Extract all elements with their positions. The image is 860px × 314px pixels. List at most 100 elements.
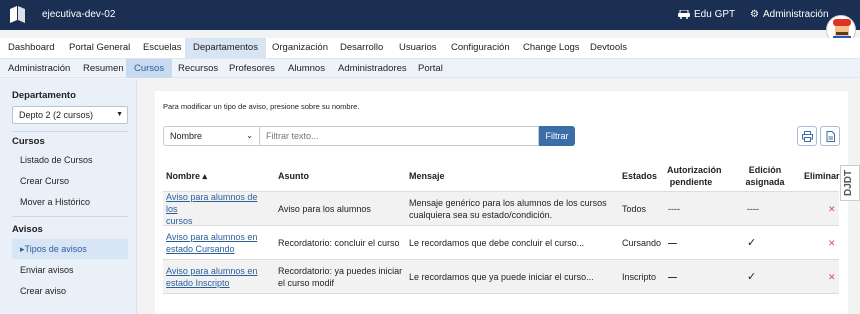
printer-icon: [802, 131, 813, 142]
nav-organizacion[interactable]: Organización: [264, 38, 336, 58]
sidebar-item-listado-cursos[interactable]: Listado de Cursos: [12, 150, 128, 170]
row-edicion-check-icon: ✓: [747, 271, 757, 283]
col-edicion-header: Edición asignada: [745, 164, 785, 188]
app-logo-icon[interactable]: [9, 6, 26, 23]
subnav-portal[interactable]: Portal: [410, 59, 451, 78]
row-autorizacion: ----: [668, 204, 680, 214]
sort-up-icon: ▴: [202, 171, 208, 181]
col-edicion-line1: Edición: [748, 165, 782, 175]
subnav-administradores[interactable]: Administradores: [330, 59, 415, 78]
row-mensaje-line: Le recordamos que ya puede iniciar el cu…: [409, 272, 594, 282]
filter-button[interactable]: Filtrar: [539, 126, 575, 146]
row-nombre-line: Aviso para alumnos de los: [166, 192, 258, 214]
nav-configuracion[interactable]: Configuración: [443, 38, 518, 58]
row-asunto-line: Recordatorio: ya puedes iniciar: [278, 266, 403, 276]
col-estados-header: Estados: [622, 171, 658, 181]
chevron-down-icon: ⌄: [246, 131, 253, 140]
subnav-recursos[interactable]: Recursos: [170, 59, 226, 78]
delete-x-icon: ✕: [828, 272, 836, 282]
car-icon: [678, 10, 690, 19]
nav-change-logs[interactable]: Change Logs: [515, 38, 588, 58]
export-button[interactable]: [820, 126, 840, 146]
nav-departamentos[interactable]: Departamentos: [185, 38, 266, 58]
departamento-heading: Departamento: [12, 90, 76, 101]
sidebar-item-tipos-avisos[interactable]: ▸Tipos de avisos: [12, 239, 128, 259]
row-mensaje: Le recordamos que ya puede iniciar el cu…: [409, 260, 614, 294]
edu-gpt-label: Edu GPT: [694, 9, 736, 20]
row-nombre-line: Aviso para alumnos en: [166, 232, 258, 242]
row-mensaje: Le recordamos que debe concluir el curso…: [409, 226, 614, 260]
nav-escuelas[interactable]: Escuelas: [135, 38, 190, 58]
debug-toolbar-label: DJDT: [843, 169, 854, 196]
subnav-cursos[interactable]: Cursos: [126, 59, 173, 78]
nav-dashboard[interactable]: Dashboard: [0, 38, 62, 58]
nav-desarrollo[interactable]: Desarrollo: [332, 38, 391, 58]
row-asunto-line: el curso modif: [278, 278, 335, 288]
col-autorizacion-header: Autorización pendiente: [667, 164, 722, 188]
row-asunto: Aviso para los alumnos: [278, 192, 403, 226]
filter-text-input[interactable]: [260, 126, 539, 146]
debug-toolbar-tab[interactable]: DJDT: [840, 165, 860, 201]
subnav-administracion[interactable]: Administración: [0, 59, 78, 78]
row-mensaje-line: Mensaje genérico para los alumnos de los…: [409, 198, 607, 208]
delete-button[interactable]: ✕: [828, 260, 838, 294]
col-eliminar-header: Eliminar: [804, 171, 840, 181]
sidebar-divider: [12, 216, 128, 217]
delete-x-icon: ✕: [828, 204, 836, 214]
row-nombre-line: estado Inscripto: [166, 278, 230, 288]
departamento-select[interactable]: Depto 2 (2 cursos) ▼: [12, 106, 128, 124]
col-autorizacion-line2: pendiente: [669, 177, 713, 187]
row-nombre-link[interactable]: Aviso para alumnos en estado Inscripto: [166, 260, 271, 294]
col-autorizacion-line1: Autorización: [667, 165, 722, 175]
filter-field-select[interactable]: Nombre ⌄: [163, 126, 260, 146]
edu-gpt-button[interactable]: Edu GPT: [678, 9, 735, 20]
sidebar-item-enviar-avisos[interactable]: Enviar avisos: [12, 260, 128, 280]
nav-devtools[interactable]: Devtools: [582, 38, 635, 58]
main-nav: Dashboard Portal General Escuelas Depart…: [0, 38, 860, 58]
col-asunto-header: Asunto: [278, 171, 309, 181]
delete-x-icon: ✕: [828, 238, 836, 248]
sidebar-divider: [12, 131, 128, 132]
row-estado: Cursando: [622, 238, 662, 248]
sidebar: Departamento Depto 2 (2 cursos) ▼ Cursos…: [0, 79, 137, 314]
admin-label: Administración: [762, 9, 829, 20]
table-row: Aviso para alumnos en estado Inscripto Re…: [163, 259, 839, 293]
print-button[interactable]: [797, 126, 817, 146]
row-mensaje-line: cualquiera sea su estado/condición.: [409, 210, 553, 220]
subnav-alumnos[interactable]: Alumnos: [280, 59, 333, 78]
row-nombre-link[interactable]: Aviso para alumnos en estado Cursando: [166, 226, 271, 260]
row-estado: Todos: [622, 204, 647, 214]
departamento-select-value: Depto 2 (2 cursos): [19, 110, 94, 120]
delete-button[interactable]: ✕: [828, 192, 838, 226]
row-asunto: Recordatorio: ya puedes iniciar el curso …: [278, 260, 403, 294]
row-nombre-line: estado Cursando: [166, 244, 235, 254]
row-asunto: Recordatorio: concluir el curso: [278, 226, 403, 260]
sub-nav: Administración Resumen Cursos Recursos P…: [0, 58, 860, 78]
hint-text: Para modificar un tipo de aviso, presion…: [163, 102, 360, 111]
row-edicion-check-icon: ✓: [747, 237, 757, 249]
col-edicion-line2: asignada: [745, 177, 785, 187]
cursos-heading: Cursos: [12, 136, 45, 147]
document-icon: [826, 131, 835, 142]
row-nombre-line: Aviso para alumnos en: [166, 266, 258, 276]
sidebar-item-label: Tipos de avisos: [24, 244, 87, 254]
admin-button[interactable]: ⚙ Administración: [750, 9, 829, 20]
main-panel: Para modificar un tipo de aviso, presion…: [155, 91, 848, 314]
col-nombre-header[interactable]: Nombre ▴: [166, 170, 207, 182]
subnav-profesores[interactable]: Profesores: [221, 59, 283, 78]
top-bar: ejecutiva-dev-02 Edu GPT ⚙ Administració…: [0, 0, 860, 30]
filter-bar: Nombre ⌄ Filtrar: [163, 126, 575, 146]
app-title: ejecutiva-dev-02: [42, 9, 116, 20]
row-estado: Inscripto: [622, 272, 657, 282]
subnav-resumen[interactable]: Resumen: [75, 59, 132, 78]
sidebar-item-mover-historico[interactable]: Mover a Histórico: [12, 192, 128, 212]
col-mensaje-header: Mensaje: [409, 171, 445, 181]
table-row: Aviso para alumnos en estado Cursando Rec…: [163, 225, 839, 259]
delete-button[interactable]: ✕: [828, 226, 838, 260]
sidebar-item-crear-curso[interactable]: Crear Curso: [12, 171, 128, 191]
row-edicion: ----: [747, 204, 759, 214]
nav-portal-general[interactable]: Portal General: [61, 38, 138, 58]
row-nombre-link[interactable]: Aviso para alumnos de los cursos: [166, 192, 271, 226]
sidebar-item-crear-aviso[interactable]: Crear aviso: [12, 281, 128, 301]
nav-usuarios[interactable]: Usuarios: [391, 38, 445, 58]
